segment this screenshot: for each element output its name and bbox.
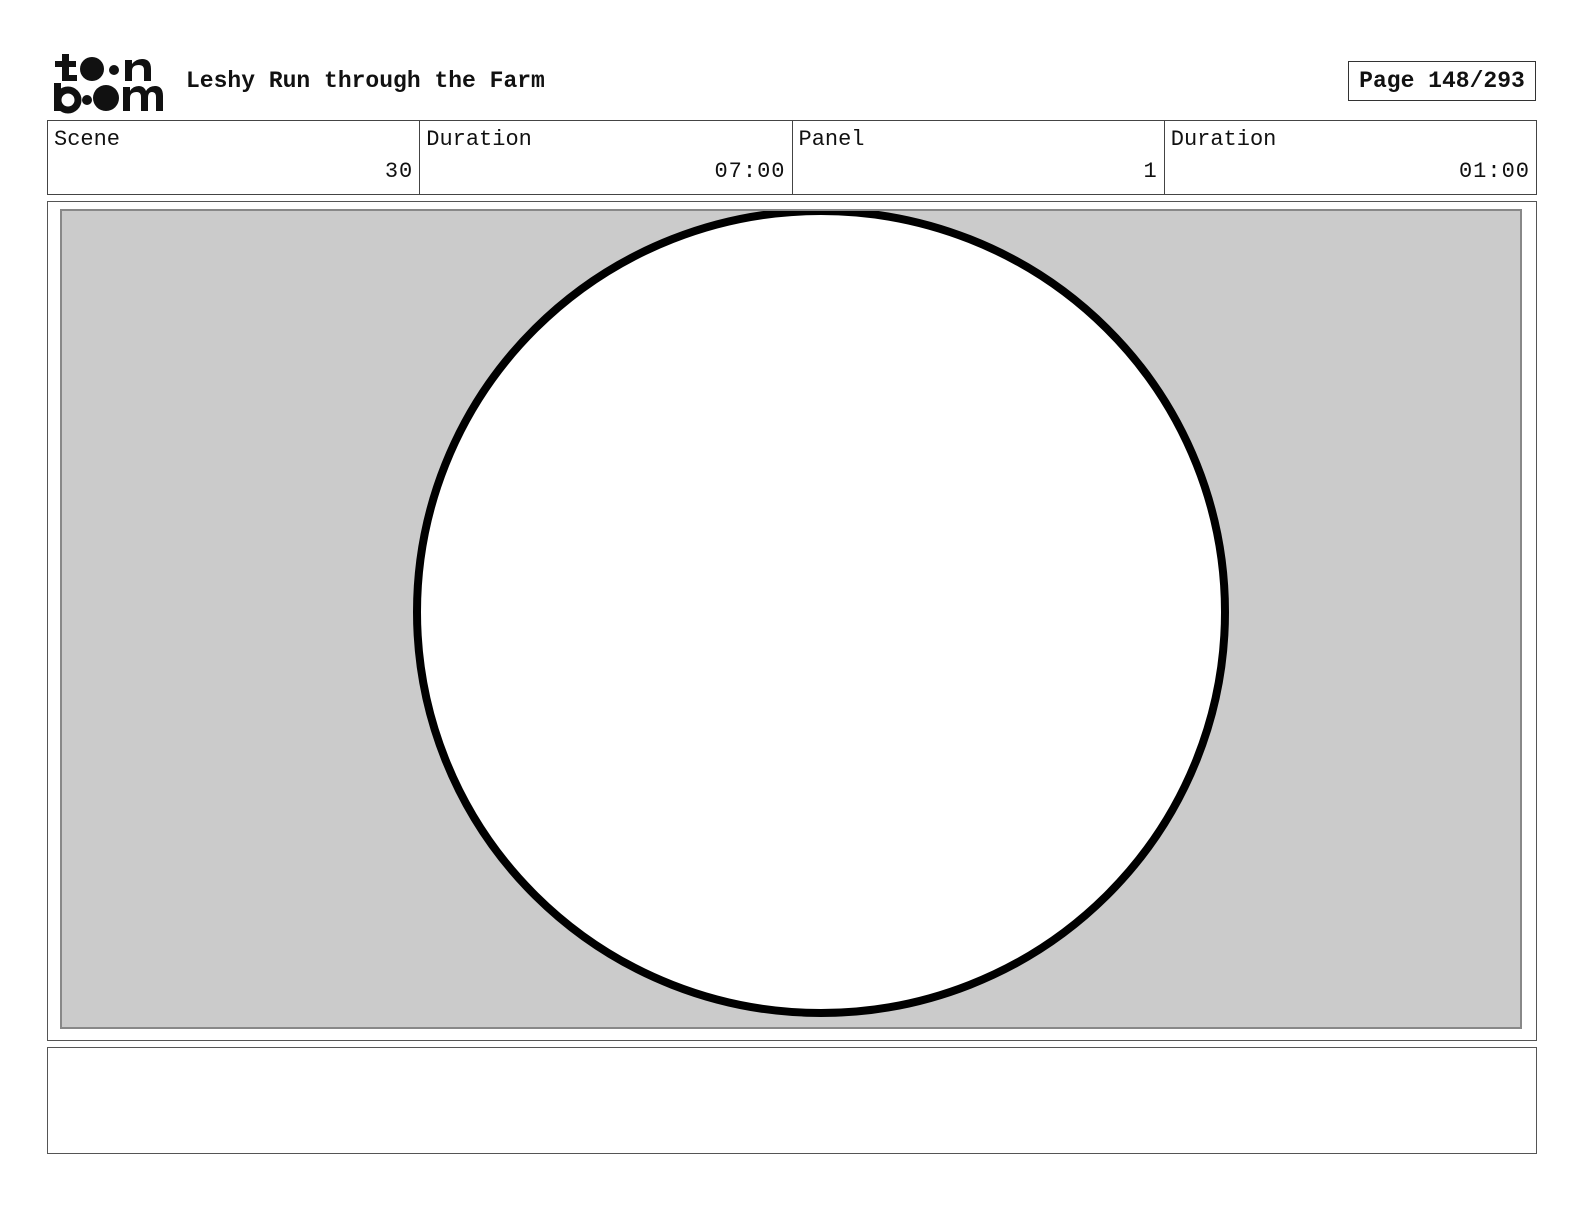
panel-label: Panel [798,127,865,152]
scene-cell: Scene 30 [48,121,421,194]
panel-duration-cell: Duration 01:00 [1165,121,1536,194]
scene-duration-value: 07:00 [714,159,786,184]
scene-info-table: Scene 30 Duration 07:00 Panel 1 Duration… [47,120,1537,195]
toonboom-logo-icon [54,54,163,114]
scene-label: Scene [54,127,121,152]
scene-value: 30 [384,159,414,184]
toonboom-logo [52,50,164,114]
project-title: Leshy Run through the Farm [186,68,545,94]
circle-shape [413,211,1229,1017]
panel-value: 1 [1143,159,1158,184]
scene-duration-cell: Duration 07:00 [420,121,793,194]
panel-cell: Panel 1 [793,121,1165,194]
storyboard-panel-frame [47,201,1537,1041]
page-number: Page 148/293 [1348,61,1536,101]
scene-duration-label: Duration [426,127,532,152]
panel-duration-value: 01:00 [1458,159,1530,184]
panel-drawing [413,211,1229,1017]
storyboard-panel-image [60,209,1522,1029]
panel-duration-label: Duration [1170,127,1277,152]
panel-notes-box [47,1047,1537,1154]
